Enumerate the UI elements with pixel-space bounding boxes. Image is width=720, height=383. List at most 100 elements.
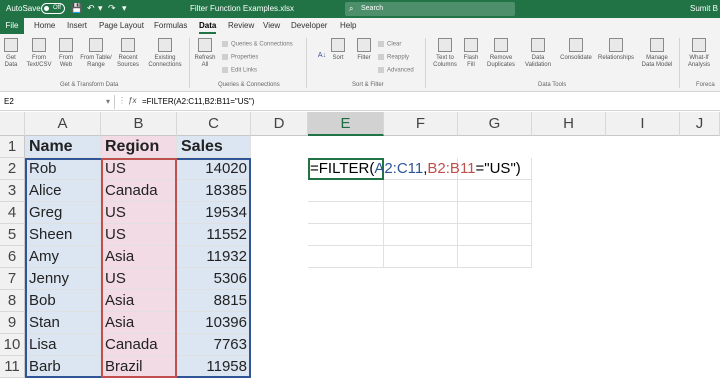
cell-b2[interactable]: US: [101, 158, 177, 180]
cell-c5[interactable]: 11552: [177, 224, 251, 246]
column-header-e[interactable]: E: [308, 112, 384, 136]
cell-b7[interactable]: US: [101, 268, 177, 290]
cell-j10[interactable]: [680, 334, 720, 356]
cell-c7[interactable]: 5306: [177, 268, 251, 290]
get-data-button[interactable]: Get Data: [2, 38, 20, 69]
cell-j9[interactable]: [680, 312, 720, 334]
cell-e1[interactable]: [308, 136, 384, 158]
cell-b3[interactable]: Canada: [101, 180, 177, 202]
recent-sources-button[interactable]: Recent Sources: [115, 38, 141, 69]
cell-e7[interactable]: [308, 268, 384, 290]
cell-b1[interactable]: Region: [101, 136, 177, 158]
cell-c4[interactable]: 19534: [177, 202, 251, 224]
cell-c9[interactable]: 10396: [177, 312, 251, 334]
cell-h5[interactable]: [532, 224, 606, 246]
redo-icon[interactable]: ↷: [108, 3, 116, 14]
cell-e9[interactable]: [308, 312, 384, 334]
cell-edit-formula[interactable]: =FILTER(A2:C11,B2:B11="US"): [310, 158, 521, 180]
cell-j3[interactable]: [680, 180, 720, 202]
cell-f7[interactable]: [384, 268, 458, 290]
tab-page-layout[interactable]: Page Layout: [99, 21, 144, 30]
cell-c1[interactable]: Sales: [177, 136, 251, 158]
cell-e5[interactable]: [308, 224, 384, 246]
cell-g4[interactable]: [458, 202, 532, 224]
cell-j6[interactable]: [680, 246, 720, 268]
cell-d11[interactable]: [251, 356, 308, 378]
cell-d9[interactable]: [251, 312, 308, 334]
sort-az-icon[interactable]: A↓: [314, 52, 330, 60]
advanced-button[interactable]: Advanced: [378, 67, 414, 74]
remove-duplicates-button[interactable]: Remove Duplicates: [483, 38, 519, 69]
flash-fill-button[interactable]: Flash Fill: [462, 38, 480, 69]
cell-j1[interactable]: [680, 136, 720, 158]
cell-h3[interactable]: [532, 180, 606, 202]
cell-a1[interactable]: Name: [25, 136, 101, 158]
cell-g11[interactable]: [458, 356, 532, 378]
cell-c10[interactable]: 7763: [177, 334, 251, 356]
cell-d8[interactable]: [251, 290, 308, 312]
cell-i2[interactable]: [606, 158, 680, 180]
search-box[interactable]: ⌕ Search: [345, 2, 515, 16]
column-header-j[interactable]: J: [680, 112, 720, 136]
cell-g9[interactable]: [458, 312, 532, 334]
cell-b5[interactable]: US: [101, 224, 177, 246]
undo-dropdown-icon[interactable]: ▾: [98, 3, 103, 14]
cell-h10[interactable]: [532, 334, 606, 356]
text-to-columns-button[interactable]: Text to Columns: [430, 38, 460, 69]
select-all-corner[interactable]: [0, 112, 25, 136]
row-header-6[interactable]: 6: [0, 246, 25, 268]
cell-a5[interactable]: Sheen: [25, 224, 101, 246]
cell-b8[interactable]: Asia: [101, 290, 177, 312]
column-header-f[interactable]: F: [384, 112, 458, 136]
formula-input[interactable]: =FILTER(A2:C11,B2:B11="US"): [142, 97, 254, 106]
cell-j5[interactable]: [680, 224, 720, 246]
row-header-7[interactable]: 7: [0, 268, 25, 290]
existing-connections-button[interactable]: Existing Connections: [145, 38, 185, 69]
cell-a10[interactable]: Lisa: [25, 334, 101, 356]
cell-a6[interactable]: Amy: [25, 246, 101, 268]
column-header-b[interactable]: B: [101, 112, 177, 136]
cell-g3[interactable]: [458, 180, 532, 202]
cell-e11[interactable]: [308, 356, 384, 378]
cell-d10[interactable]: [251, 334, 308, 356]
worksheet-grid[interactable]: =FILTER(A2:C11,B2:B11="US") ⌖ ABCDEFGHIJ…: [0, 112, 720, 383]
cell-h4[interactable]: [532, 202, 606, 224]
cell-f10[interactable]: [384, 334, 458, 356]
cell-h1[interactable]: [532, 136, 606, 158]
reapply-button[interactable]: Reapply: [378, 54, 409, 61]
queries-connections-button[interactable]: Queries & Connections: [222, 41, 293, 48]
from-text-csv-button[interactable]: From Text/CSV: [24, 38, 54, 69]
cell-g8[interactable]: [458, 290, 532, 312]
row-header-9[interactable]: 9: [0, 312, 25, 334]
cell-f5[interactable]: [384, 224, 458, 246]
tab-view[interactable]: View: [263, 21, 280, 30]
tab-file[interactable]: File: [0, 18, 24, 34]
cell-j8[interactable]: [680, 290, 720, 312]
cell-a3[interactable]: Alice: [25, 180, 101, 202]
consolidate-button[interactable]: Consolidate: [558, 38, 594, 62]
cell-d6[interactable]: [251, 246, 308, 268]
column-header-h[interactable]: H: [532, 112, 606, 136]
cell-h2[interactable]: [532, 158, 606, 180]
data-validation-button[interactable]: Data Validation: [520, 38, 556, 69]
column-header-a[interactable]: A: [25, 112, 101, 136]
cell-b11[interactable]: Brazil: [101, 356, 177, 378]
cell-f4[interactable]: [384, 202, 458, 224]
cell-b4[interactable]: US: [101, 202, 177, 224]
save-icon[interactable]: 💾: [71, 3, 82, 14]
cell-e6[interactable]: [308, 246, 384, 268]
refresh-all-button[interactable]: Refresh All: [193, 38, 217, 69]
sort-button[interactable]: Sort: [330, 38, 346, 62]
column-header-d[interactable]: D: [251, 112, 308, 136]
cell-g1[interactable]: [458, 136, 532, 158]
cell-a2[interactable]: Rob: [25, 158, 101, 180]
cell-j11[interactable]: [680, 356, 720, 378]
cell-i9[interactable]: [606, 312, 680, 334]
cell-c3[interactable]: 18385: [177, 180, 251, 202]
name-box[interactable]: E2: [0, 95, 115, 109]
cell-a9[interactable]: Stan: [25, 312, 101, 334]
cell-i4[interactable]: [606, 202, 680, 224]
filter-button[interactable]: Filter: [354, 38, 374, 62]
tab-review[interactable]: Review: [228, 21, 254, 30]
relationships-button[interactable]: Relationships: [596, 38, 636, 62]
